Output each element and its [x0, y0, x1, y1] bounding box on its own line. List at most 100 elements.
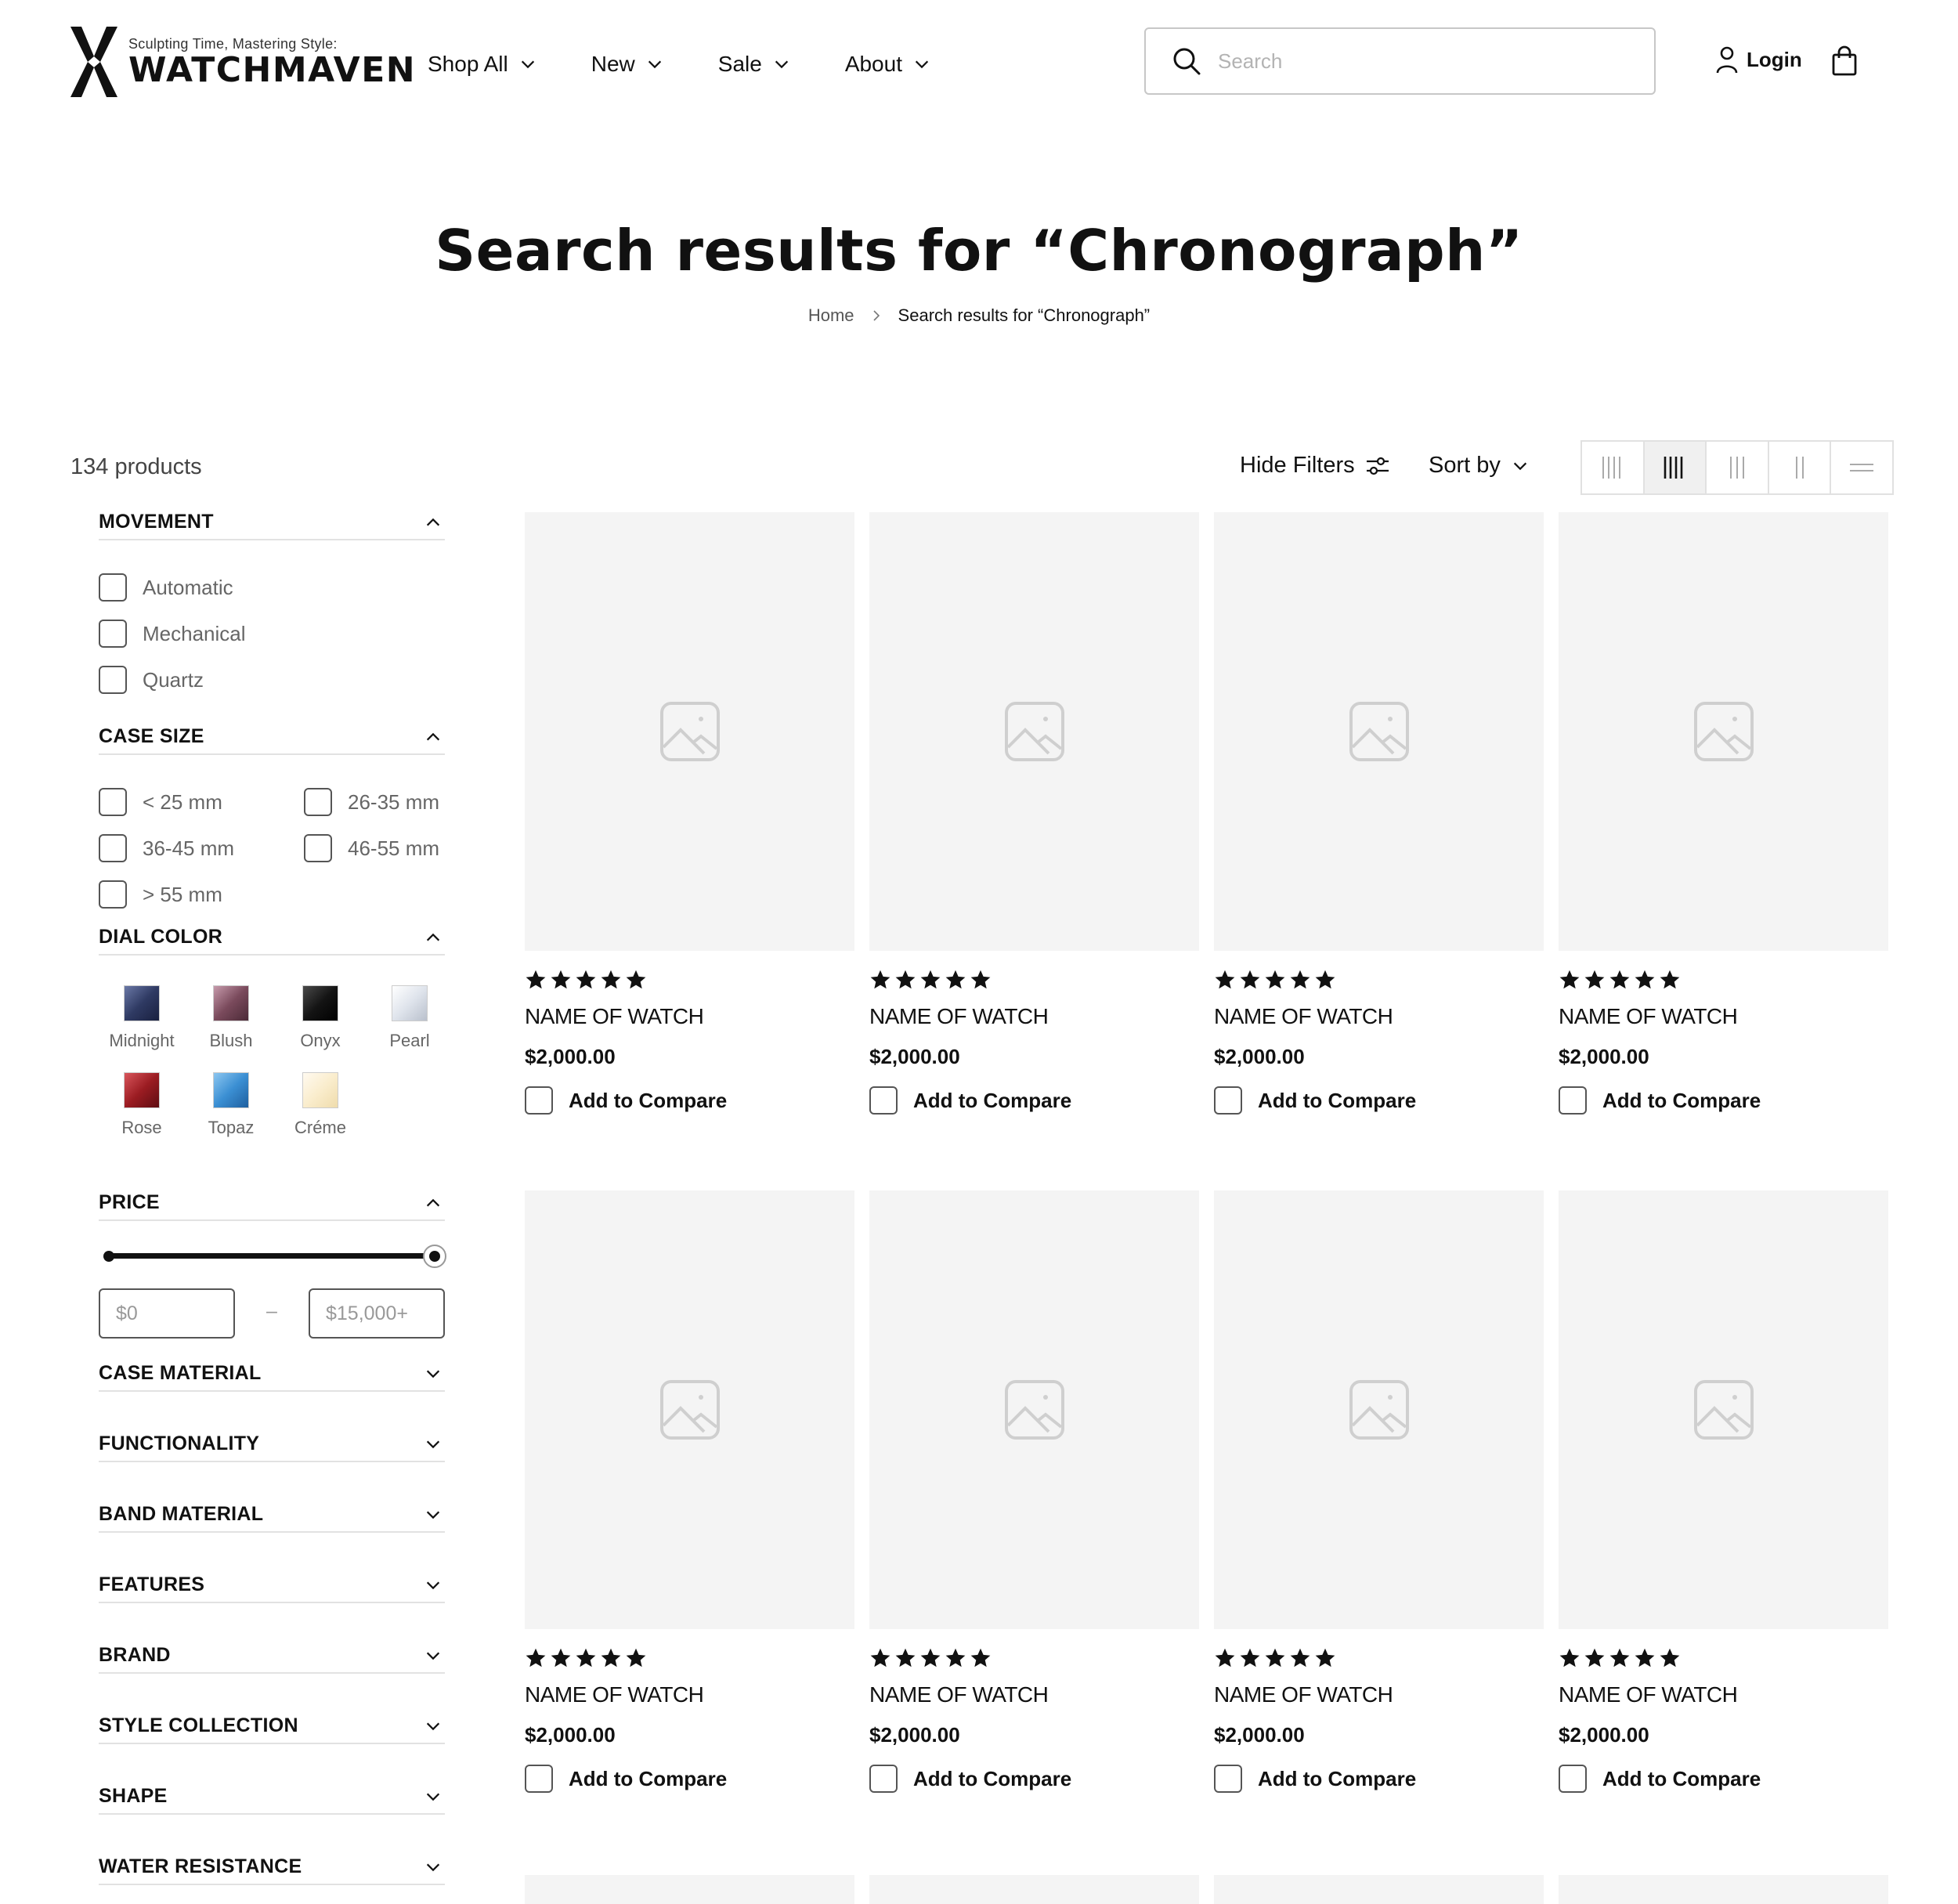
search-icon[interactable] — [1171, 45, 1202, 77]
product-name[interactable]: NAME OF WATCH — [869, 1004, 1199, 1029]
filter-option-mechanical[interactable]: Mechanical — [99, 620, 246, 648]
product-image-partial[interactable] — [1214, 1875, 1544, 1904]
filter-functionality-header[interactable]: FUNCTIONALITY — [99, 1433, 445, 1462]
product-image[interactable] — [1559, 512, 1888, 951]
filter-brand-header[interactable]: BRAND — [99, 1644, 445, 1674]
swatch-creme[interactable]: Créme — [277, 1072, 363, 1138]
price-slider-max-handle[interactable] — [423, 1245, 446, 1268]
view-2-columns-button[interactable] — [1769, 442, 1832, 493]
view-5-columns-button[interactable] — [1582, 442, 1645, 493]
filter-case-material-header[interactable]: CASE MATERIAL — [99, 1362, 445, 1392]
product-card[interactable]: NAME OF WATCH $2,000.00 Add to Compare — [1559, 1190, 1888, 1793]
filter-option-26-35mm[interactable]: 26-35 mm — [304, 788, 439, 816]
add-to-compare[interactable]: Add to Compare — [869, 1086, 1199, 1115]
product-image-partial[interactable] — [869, 1875, 1199, 1904]
filter-style-collection-header[interactable]: STYLE COLLECTION — [99, 1714, 445, 1744]
search-input[interactable] — [1218, 49, 1641, 74]
filter-dial-color-header[interactable]: DIAL COLOR — [99, 926, 445, 956]
filter-features-header[interactable]: FEATURES — [99, 1573, 445, 1603]
product-image[interactable] — [525, 512, 854, 951]
swatch-midnight[interactable]: Midnight — [99, 985, 185, 1051]
product-card[interactable]: NAME OF WATCH $2,000.00 Add to Compare — [869, 1190, 1199, 1793]
checkbox[interactable] — [304, 834, 332, 862]
checkbox[interactable] — [869, 1086, 898, 1115]
product-card[interactable]: NAME OF WATCH $2,000.00 Add to Compare — [1214, 1190, 1544, 1793]
price-min-input[interactable]: $0 — [99, 1288, 235, 1339]
checkbox[interactable] — [304, 788, 332, 816]
filter-price-header[interactable]: PRICE — [99, 1191, 445, 1221]
product-card[interactable]: NAME OF WATCH $2,000.00 Add to Compare — [1214, 512, 1544, 1115]
hide-filters-button[interactable]: Hide Filters — [1240, 453, 1389, 479]
product-name[interactable]: NAME OF WATCH — [525, 1004, 854, 1029]
checkbox[interactable] — [99, 666, 127, 694]
product-card[interactable]: NAME OF WATCH $2,000.00 Add to Compare — [525, 1190, 854, 1793]
filter-case-size-header[interactable]: CASE SIZE — [99, 725, 445, 755]
nav-shop-all[interactable]: Shop All — [428, 47, 536, 81]
filter-option-46-55mm[interactable]: 46-55 mm — [304, 834, 439, 862]
product-name[interactable]: NAME OF WATCH — [1559, 1004, 1888, 1029]
filter-movement-header[interactable]: MOVEMENT — [99, 511, 445, 540]
price-slider-track[interactable] — [107, 1253, 435, 1259]
nav-new[interactable]: New — [591, 47, 663, 81]
checkbox[interactable] — [1214, 1086, 1242, 1115]
view-3-columns-button[interactable] — [1707, 442, 1769, 493]
logo[interactable]: Sculpting Time, Mastering Style: WATCHMA… — [70, 27, 416, 97]
product-name[interactable]: NAME OF WATCH — [1214, 1004, 1544, 1029]
add-to-compare[interactable]: Add to Compare — [525, 1765, 854, 1793]
checkbox[interactable] — [1214, 1765, 1242, 1793]
checkbox[interactable] — [525, 1086, 553, 1115]
product-name[interactable]: NAME OF WATCH — [869, 1682, 1199, 1707]
nav-about[interactable]: About — [845, 47, 930, 81]
filter-water-resistance-header[interactable]: WATER RESISTANCE — [99, 1855, 445, 1885]
swatch-blush[interactable]: Blush — [188, 985, 274, 1051]
add-to-compare[interactable]: Add to Compare — [869, 1765, 1199, 1793]
checkbox[interactable] — [99, 834, 127, 862]
checkbox[interactable] — [1559, 1765, 1587, 1793]
sort-by-dropdown[interactable]: Sort by — [1429, 453, 1529, 479]
checkbox[interactable] — [99, 788, 127, 816]
product-image[interactable] — [869, 1190, 1199, 1629]
price-slider-min-handle[interactable] — [103, 1251, 114, 1262]
product-image-partial[interactable] — [1559, 1875, 1888, 1904]
filter-option-quartz[interactable]: Quartz — [99, 666, 204, 694]
product-image[interactable] — [1559, 1190, 1888, 1629]
product-name[interactable]: NAME OF WATCH — [525, 1682, 854, 1707]
checkbox[interactable] — [99, 620, 127, 648]
price-max-input[interactable]: $15,000+ — [309, 1288, 445, 1339]
product-card[interactable]: NAME OF WATCH $2,000.00 Add to Compare — [525, 512, 854, 1115]
view-4-columns-button[interactable] — [1644, 442, 1707, 493]
product-image[interactable] — [525, 1190, 854, 1629]
product-image[interactable] — [869, 512, 1199, 951]
checkbox[interactable] — [525, 1765, 553, 1793]
product-name[interactable]: NAME OF WATCH — [1214, 1682, 1544, 1707]
product-card[interactable]: NAME OF WATCH $2,000.00 Add to Compare — [1559, 512, 1888, 1115]
add-to-compare[interactable]: Add to Compare — [1214, 1086, 1544, 1115]
swatch-topaz[interactable]: Topaz — [188, 1072, 274, 1138]
nav-sale[interactable]: Sale — [718, 47, 790, 81]
add-to-compare[interactable]: Add to Compare — [1559, 1086, 1888, 1115]
product-image-partial[interactable] — [525, 1875, 854, 1904]
filter-option-36-45mm[interactable]: 36-45 mm — [99, 834, 234, 862]
add-to-compare[interactable]: Add to Compare — [1559, 1765, 1888, 1793]
filter-shape-header[interactable]: SHAPE — [99, 1785, 445, 1815]
filter-option-lt-25mm[interactable]: < 25 mm — [99, 788, 222, 816]
login-link[interactable]: Login — [1715, 45, 1802, 74]
filter-option-gt-55mm[interactable]: > 55 mm — [99, 880, 222, 909]
view-list-button[interactable] — [1831, 442, 1892, 493]
checkbox[interactable] — [99, 573, 127, 602]
add-to-compare[interactable]: Add to Compare — [1214, 1765, 1544, 1793]
checkbox[interactable] — [99, 880, 127, 909]
swatch-pearl[interactable]: Pearl — [367, 985, 453, 1051]
checkbox[interactable] — [869, 1765, 898, 1793]
product-card[interactable]: NAME OF WATCH $2,000.00 Add to Compare — [869, 512, 1199, 1115]
filter-option-automatic[interactable]: Automatic — [99, 573, 233, 602]
filter-band-material-header[interactable]: BAND MATERIAL — [99, 1503, 445, 1533]
swatch-onyx[interactable]: Onyx — [277, 985, 363, 1051]
shopping-bag-icon[interactable] — [1831, 45, 1858, 77]
breadcrumb-home[interactable]: Home — [808, 305, 854, 326]
checkbox[interactable] — [1559, 1086, 1587, 1115]
swatch-rose[interactable]: Rose — [99, 1072, 185, 1138]
add-to-compare[interactable]: Add to Compare — [525, 1086, 854, 1115]
product-name[interactable]: NAME OF WATCH — [1559, 1682, 1888, 1707]
product-image[interactable] — [1214, 1190, 1544, 1629]
